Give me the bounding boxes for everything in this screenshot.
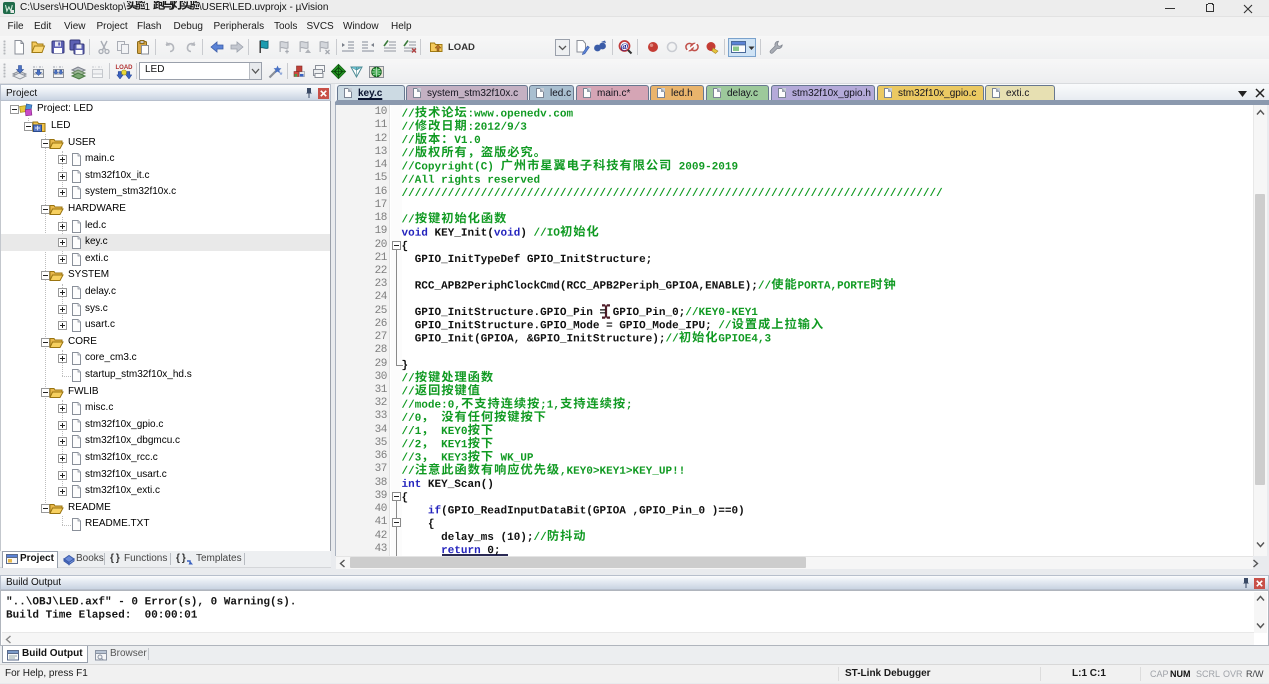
svg-text:@: @	[621, 41, 629, 51]
